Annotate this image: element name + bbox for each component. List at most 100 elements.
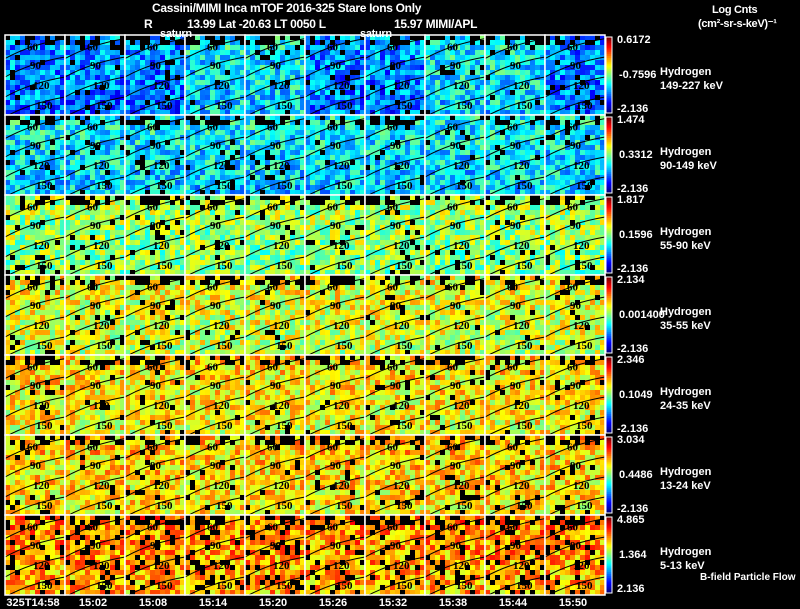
heatmap-cell (10, 45, 15, 50)
heatmap-cell (10, 40, 15, 45)
heatmap-cell (85, 160, 90, 165)
heatmap-cell (250, 155, 255, 160)
heatmap-cell (295, 50, 300, 55)
heatmap-cell (20, 40, 25, 45)
heatmap-cell (195, 145, 200, 150)
heatmap-cell (70, 120, 75, 125)
heatmap-cell (105, 50, 110, 55)
heatmap-cell (380, 170, 385, 175)
heatmap-cell (310, 145, 315, 150)
heatmap-cell (10, 65, 15, 70)
heatmap-cell (315, 140, 320, 145)
heatmap-cell (500, 170, 505, 175)
heatmap-cell (25, 250, 30, 255)
heatmap-cell (355, 105, 360, 110)
heatmap-cell (535, 50, 540, 55)
heatmap-cell (320, 135, 325, 140)
heatmap-cell (30, 175, 35, 180)
heatmap-cell (510, 175, 515, 180)
contour-label: 60 (207, 122, 219, 134)
heatmap-cell (140, 60, 145, 65)
heatmap-cell (290, 70, 295, 75)
heatmap-cell (15, 95, 20, 100)
heatmap-cell (55, 170, 60, 175)
heatmap-cell (375, 180, 380, 185)
contour-label: 150 (576, 180, 593, 192)
heatmap-cell (595, 65, 600, 70)
heatmap-cell (25, 95, 30, 100)
heatmap-cell (370, 60, 375, 65)
contour-label: 120 (153, 160, 170, 172)
contour-label: 120 (33, 160, 50, 172)
heatmap-cell (10, 75, 15, 80)
heatmap-cell (535, 125, 540, 130)
heatmap-cell (140, 170, 145, 175)
heatmap-cell (130, 95, 135, 100)
heatmap-cell (550, 185, 555, 190)
heatmap-cell (50, 170, 55, 175)
heatmap-cell (200, 255, 205, 260)
heatmap-cell (195, 100, 200, 105)
heatmap-cell (285, 130, 290, 135)
heatmap-cell (80, 235, 85, 240)
heatmap-cell (190, 60, 195, 65)
heatmap-cell (115, 100, 120, 105)
heatmap-cell (440, 155, 445, 160)
heatmap-cell (200, 60, 205, 65)
heatmap-cell (25, 75, 30, 80)
contour-label: 150 (276, 180, 293, 192)
heatmap-cell (435, 65, 440, 70)
heatmap-cell (475, 160, 480, 165)
heatmap-cell (200, 120, 205, 125)
heatmap-cell (130, 160, 135, 165)
heatmap-cell (595, 180, 600, 185)
heatmap-cell (190, 220, 195, 225)
heatmap-cell (355, 165, 360, 170)
heatmap-cell (75, 255, 80, 260)
heatmap-cell (15, 200, 20, 205)
heatmap-cell (175, 145, 180, 150)
heatmap-cell (115, 160, 120, 165)
heatmap-cell (295, 65, 300, 70)
heatmap-cell (370, 40, 375, 45)
heatmap-cell (15, 135, 20, 140)
heatmap-cell (150, 255, 155, 260)
heatmap-cell (85, 255, 90, 260)
heatmap-cell (285, 150, 290, 155)
heatmap-cell (75, 245, 80, 250)
heatmap-cell (25, 100, 30, 105)
heatmap-cell (115, 240, 120, 245)
heatmap-cell (380, 150, 385, 155)
heatmap-cell (170, 160, 175, 165)
heatmap-cell (560, 120, 565, 125)
heatmap-cell (195, 125, 200, 130)
heatmap-cell (220, 130, 225, 135)
heatmap-cell (165, 135, 170, 140)
heatmap-cell (175, 85, 180, 90)
heatmap-cell (45, 45, 50, 50)
heatmap-cell (555, 100, 560, 105)
heatmap-cell (200, 95, 205, 100)
heatmap-cell (255, 55, 260, 60)
heatmap-cell (415, 140, 420, 145)
heatmap-cell (10, 125, 15, 130)
heatmap-cell (195, 265, 200, 270)
heatmap-cell (585, 130, 590, 135)
heatmap-cell (70, 265, 75, 270)
heatmap-cell (255, 60, 260, 65)
heatmap-cell (115, 150, 120, 155)
contour-label: 150 (336, 100, 353, 112)
heatmap-cell (260, 75, 265, 80)
heatmap-cell (220, 210, 225, 215)
heatmap-cell (10, 235, 15, 240)
heatmap-cell (490, 95, 495, 100)
heatmap-cell (255, 165, 260, 170)
heatmap-cell (255, 120, 260, 125)
heatmap-cell (170, 70, 175, 75)
heatmap-cell (505, 170, 510, 175)
heatmap-cell (50, 225, 55, 230)
heatmap-cell (195, 165, 200, 170)
heatmap-cell (20, 235, 25, 240)
heatmap-cell (90, 175, 95, 180)
heatmap-cell (490, 120, 495, 125)
